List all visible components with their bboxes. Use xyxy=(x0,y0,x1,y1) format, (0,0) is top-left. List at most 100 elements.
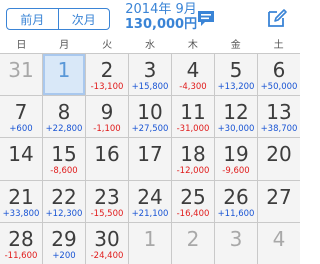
chat-bubble-icon[interactable] xyxy=(196,8,216,28)
weekday-label: 日 xyxy=(16,40,27,51)
day-amount: -16,400 xyxy=(176,208,210,219)
day-number: 16 xyxy=(94,142,120,167)
day-amount: +200 xyxy=(52,250,76,261)
day-number: 23 xyxy=(94,184,120,209)
day-number: 12 xyxy=(223,100,249,125)
calendar-day-cell[interactable]: 4 xyxy=(258,222,300,264)
calendar-day-cell[interactable]: 25 -16,400 xyxy=(172,180,214,222)
calendar-day-cell[interactable]: 12 +30,000 xyxy=(215,96,257,138)
weekday-label: 水 xyxy=(145,40,155,51)
day-number: 10 xyxy=(137,100,163,125)
day-number: 31 xyxy=(8,58,34,82)
day-amount: +38,700 xyxy=(260,124,298,135)
day-amount: -12,000 xyxy=(176,166,210,177)
day-amount: -13,100 xyxy=(90,82,124,92)
day-number: 2 xyxy=(186,226,200,251)
calendar-day-cell[interactable]: 6 +50,000 xyxy=(258,54,300,96)
calendar-day-cell[interactable]: 11 -31,000 xyxy=(172,96,214,138)
calendar-day-cell[interactable]: 8 +22,800 xyxy=(43,96,85,138)
month-total-amount: 130,000円 xyxy=(124,17,198,32)
day-number: 30 xyxy=(94,226,120,251)
calendar-app: 前月 次月 2014年 9月 130,000円 日 月 火 水 木 金 土 31… xyxy=(0,0,300,264)
day-number: 5 xyxy=(229,58,243,82)
weekday-label: 金 xyxy=(230,40,241,51)
day-number: 21 xyxy=(8,184,34,209)
day-number: 3 xyxy=(229,226,243,251)
day-amount: +11,600 xyxy=(217,208,255,219)
calendar-day-cell[interactable]: 7 +600 xyxy=(0,96,42,138)
calendar-day-cell[interactable]: 2 xyxy=(172,222,214,264)
calendar-day-cell[interactable]: 14 xyxy=(0,138,42,180)
calendar-day-cell[interactable]: 2 -13,100 xyxy=(86,54,128,96)
day-number: 27 xyxy=(266,184,292,209)
year-month-label: 2014年 9月 xyxy=(125,2,197,17)
calendar-day-cell[interactable]: 20 xyxy=(258,138,300,180)
month-switcher: 前月 次月 xyxy=(6,8,110,30)
day-number: 9 xyxy=(100,100,114,125)
day-amount: -11,600 xyxy=(4,250,38,261)
day-amount: +30,000 xyxy=(217,124,255,135)
day-number: 22 xyxy=(51,184,77,209)
calendar-day-cell[interactable]: 26 +11,600 xyxy=(215,180,257,222)
calendar-day-cell[interactable]: 27 xyxy=(258,180,300,222)
calendar-day-cell[interactable]: 1 xyxy=(129,222,171,264)
day-number: 14 xyxy=(8,142,34,167)
day-amount: -1,100 xyxy=(93,124,121,135)
day-number: 3 xyxy=(143,58,157,82)
calendar-day-cell[interactable]: 10 +27,500 xyxy=(129,96,171,138)
day-number: 28 xyxy=(8,226,34,251)
day-number: 24 xyxy=(137,184,163,209)
calendar-day-cell[interactable]: 4 -4,300 xyxy=(172,54,214,96)
calendar-day-cell[interactable]: 17 xyxy=(129,138,171,180)
weekday-header: 日 月 火 水 木 金 土 xyxy=(0,40,300,52)
calendar-grid: 31 1 2 -13,100 3 +15,800 4 -4,300 5 +13,200 6 +50,0… xyxy=(0,53,300,264)
day-number: 8 xyxy=(57,100,71,125)
day-amount: -24,400 xyxy=(90,250,124,261)
day-number: 20 xyxy=(266,142,292,167)
day-amount: +27,500 xyxy=(131,124,169,135)
calendar-day-cell[interactable]: 28 -11,600 xyxy=(0,222,42,264)
day-number: 1 xyxy=(57,58,71,82)
day-amount: -9,600 xyxy=(222,166,250,177)
calendar-day-cell[interactable]: 23 -15,500 xyxy=(86,180,128,222)
day-number: 11 xyxy=(180,100,206,125)
day-number: 19 xyxy=(223,142,249,167)
day-number: 15 xyxy=(51,142,77,167)
day-number: 7 xyxy=(14,100,28,125)
calendar-day-cell[interactable]: 15 -8,600 xyxy=(43,138,85,180)
calendar-day-cell[interactable]: 3 +15,800 xyxy=(129,54,171,96)
calendar-day-cell[interactable]: 30 -24,400 xyxy=(86,222,128,264)
calendar-day-cell[interactable]: 24 +21,100 xyxy=(129,180,171,222)
calendar-day-cell[interactable]: 31 xyxy=(0,54,42,96)
day-amount: +600 xyxy=(9,124,33,135)
next-month-button[interactable]: 次月 xyxy=(57,9,110,29)
calendar-day-cell[interactable]: 1 xyxy=(43,54,85,96)
day-number: 2 xyxy=(100,58,114,82)
calendar-day-cell[interactable]: 22 +12,300 xyxy=(43,180,85,222)
day-amount: -8,600 xyxy=(50,166,78,177)
calendar-day-cell[interactable]: 13 +38,700 xyxy=(258,96,300,138)
day-number: 4 xyxy=(272,226,286,251)
day-number: 6 xyxy=(272,58,286,82)
calendar-day-cell[interactable]: 5 +13,200 xyxy=(215,54,257,96)
calendar-day-cell[interactable]: 3 xyxy=(215,222,257,264)
day-number: 17 xyxy=(137,142,163,167)
weekday-label: 土 xyxy=(273,40,284,51)
weekday-label: 木 xyxy=(187,40,198,51)
day-amount: +50,000 xyxy=(260,82,298,92)
day-number: 1 xyxy=(143,226,157,251)
month-title: 2014年 9月 130,000円 xyxy=(113,2,209,32)
calendar-day-cell[interactable]: 16 xyxy=(86,138,128,180)
day-number: 26 xyxy=(223,184,249,209)
day-amount: +22,800 xyxy=(45,124,83,135)
prev-month-button[interactable]: 前月 xyxy=(7,9,58,29)
day-amount: +13,200 xyxy=(217,82,255,92)
calendar-day-cell[interactable]: 29 +200 xyxy=(43,222,85,264)
calendar-day-cell[interactable]: 9 -1,100 xyxy=(86,96,128,138)
calendar-day-cell[interactable]: 18 -12,000 xyxy=(172,138,214,180)
compose-icon[interactable] xyxy=(266,7,288,29)
calendar-day-cell[interactable]: 21 +33,800 xyxy=(0,180,42,222)
weekday-label: 火 xyxy=(102,40,113,51)
day-number: 29 xyxy=(51,226,77,251)
calendar-day-cell[interactable]: 19 -9,600 xyxy=(215,138,257,180)
